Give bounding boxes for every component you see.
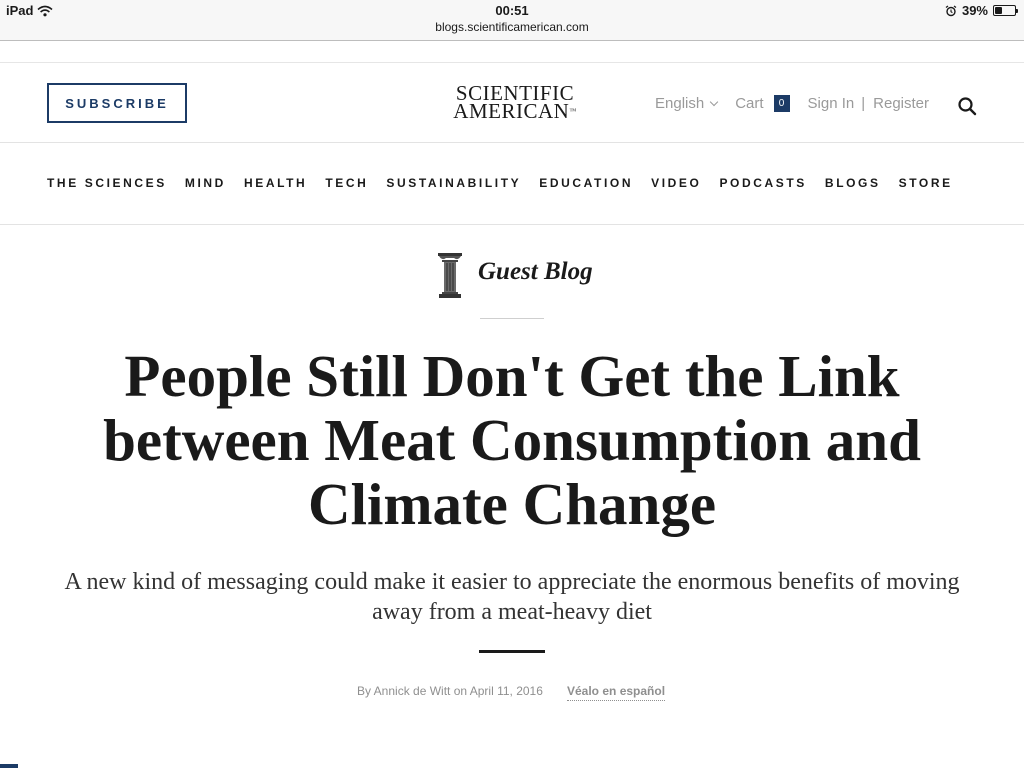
blog-tag-rule	[480, 318, 544, 319]
status-time: 00:51	[495, 3, 529, 18]
blog-name-link[interactable]: Guest Blog	[478, 258, 593, 286]
column-icon	[438, 253, 462, 298]
page-corner-marker	[0, 764, 18, 768]
address-bar-url[interactable]: blogs.scientificamerican.com	[0, 20, 1024, 34]
spanish-version-link[interactable]: Véalo en español	[567, 684, 666, 701]
nav-divider	[0, 224, 1024, 225]
top-divider	[0, 62, 1024, 63]
sign-in-link[interactable]: Sign In	[808, 95, 855, 112]
alarm-icon	[945, 4, 957, 16]
header-separator: |	[861, 95, 866, 112]
battery-level	[995, 7, 1002, 14]
main-nav: THE SCIENCES MIND HEALTH TECH SUSTAINABI…	[47, 176, 953, 190]
article-byline: By Annick de Witt on April 11, 2016	[357, 684, 543, 698]
article-headline: People Still Don't Get the Link between …	[103, 343, 921, 537]
site-logo[interactable]: SCIENTIFIC AMERICAN™	[440, 83, 590, 123]
status-bar-right: 39%	[945, 3, 1018, 18]
nav-item-podcasts[interactable]: PODCASTS	[719, 176, 806, 190]
battery-icon	[993, 5, 1018, 16]
search-icon[interactable]	[957, 96, 977, 116]
cart-count-badge: 0	[773, 95, 790, 112]
nav-item-sustainability[interactable]: SUSTAINABILITY	[386, 176, 521, 190]
nav-item-blogs[interactable]: BLOGS	[825, 176, 881, 190]
nav-item-mind[interactable]: MIND	[185, 176, 226, 190]
cart-label: Cart	[735, 95, 764, 112]
header-divider	[0, 142, 1024, 143]
nav-item-video[interactable]: VIDEO	[651, 176, 701, 190]
nav-item-the-sciences[interactable]: THE SCIENCES	[47, 176, 167, 190]
nav-item-tech[interactable]: TECH	[325, 176, 368, 190]
dek-rule	[479, 650, 545, 653]
nav-item-store[interactable]: STORE	[899, 176, 953, 190]
article-dek: A new kind of messaging could make it ea…	[64, 569, 960, 625]
logo-line-2: AMERICAN™	[453, 99, 577, 123]
status-bar: iPad 00:51 blogs.scientificamerican.com …	[0, 0, 1024, 41]
battery-tip	[1016, 9, 1018, 13]
cart-link[interactable]: Cart 0	[735, 95, 790, 112]
battery-percent: 39%	[961, 3, 988, 18]
language-selector[interactable]: English	[655, 95, 719, 112]
nav-item-education[interactable]: EDUCATION	[539, 176, 633, 190]
subscribe-button[interactable]: SUBSCRIBE	[47, 83, 187, 123]
language-label: English	[655, 95, 705, 112]
header-links: English Cart 0 Sign In | Register	[655, 95, 929, 112]
nav-item-health[interactable]: HEALTH	[244, 176, 307, 190]
register-link[interactable]: Register	[873, 95, 929, 112]
chevron-down-icon	[709, 97, 719, 106]
